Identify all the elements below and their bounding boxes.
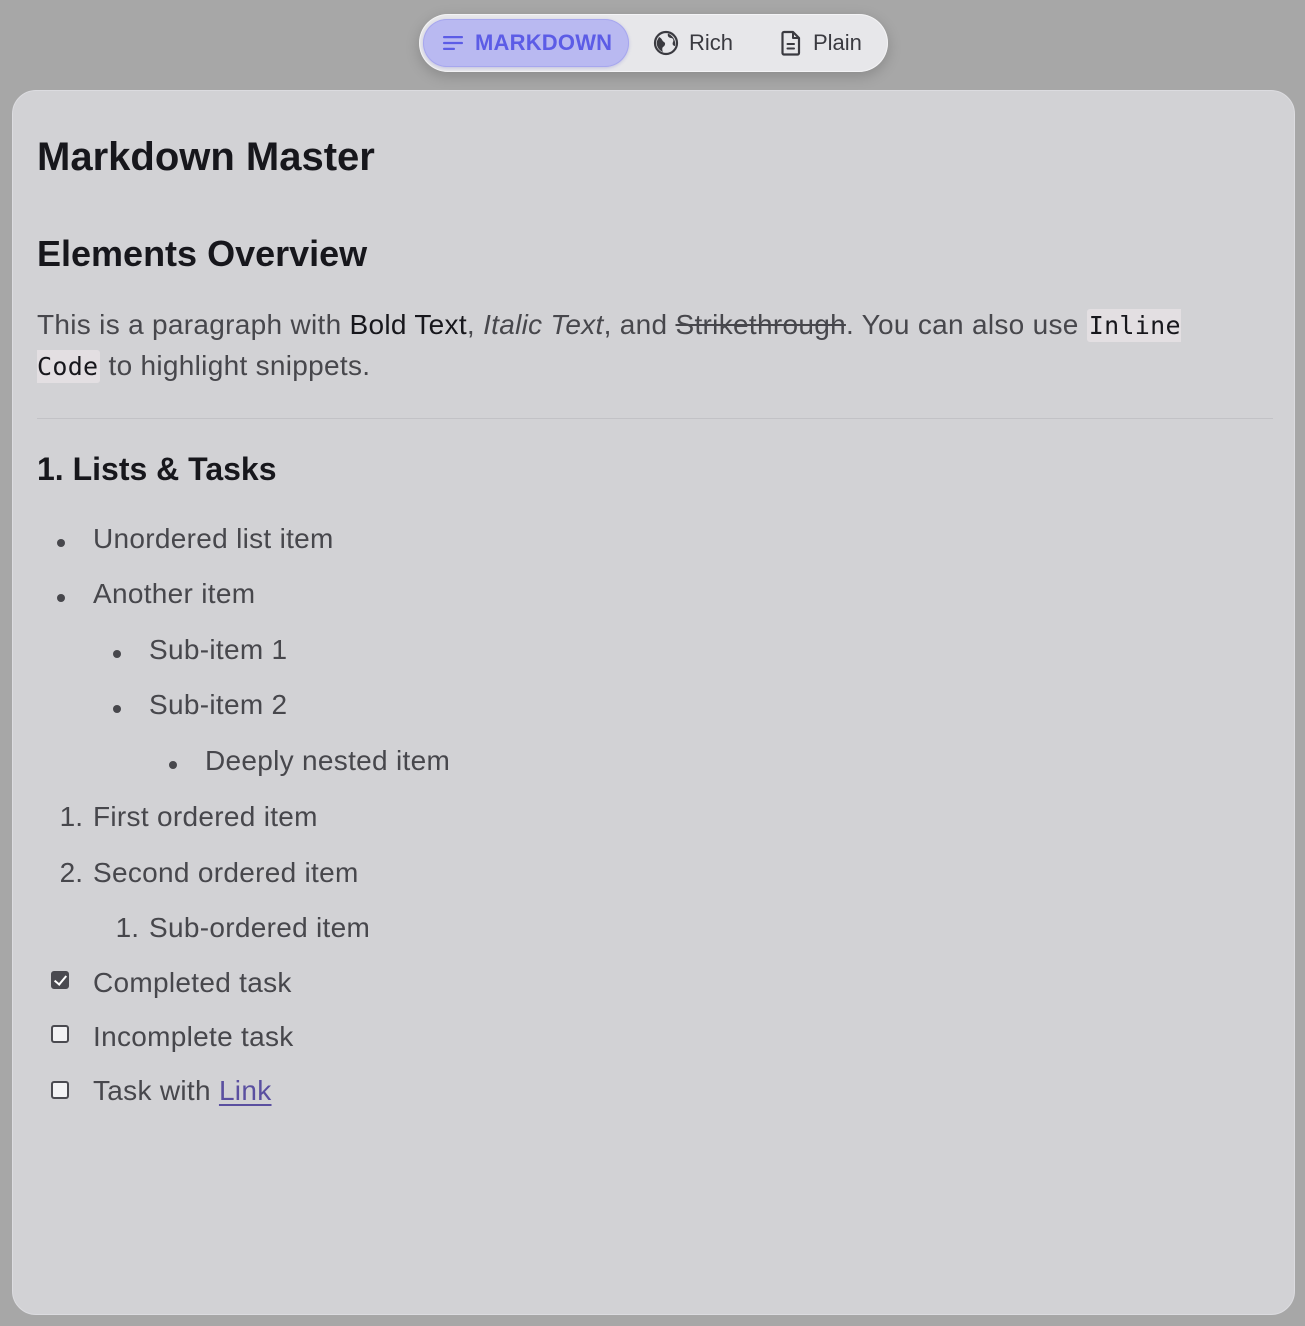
tab-plain-label: Plain (813, 30, 862, 55)
lines-icon (441, 31, 465, 55)
bold-text: Bold Text (349, 309, 467, 340)
list-item: Unordered list item (93, 523, 334, 554)
task-checkbox[interactable] (51, 1025, 69, 1043)
italic-text: Italic Text (483, 309, 604, 340)
paragraph-text: . You can also use (845, 309, 1087, 340)
task-link[interactable]: Link (219, 1075, 272, 1106)
task-item: Completed task (93, 967, 292, 998)
document-title: Markdown Master (37, 135, 375, 179)
list-item: Another item (93, 578, 256, 609)
lists-heading: 1. Lists & Tasks (37, 451, 277, 487)
list-marker: 2. (59, 857, 83, 888)
list-item: Deeply nested item (205, 745, 451, 776)
paragraph-text: , and (603, 309, 676, 340)
tab-plain[interactable]: Plain (779, 19, 862, 67)
task-text: Task with (93, 1075, 219, 1106)
list-item: First ordered item (93, 801, 318, 832)
bullet-icon (113, 705, 121, 713)
document-card[interactable]: Markdown Master Elements Overview This i… (12, 90, 1295, 1315)
app-root: MARKDOWN Rich Plain Markdown Master Elem… (0, 0, 1305, 1326)
list-item: Sub-item 1 (149, 634, 288, 665)
bullet-icon (113, 650, 121, 658)
strikethrough-text: Strikethrough (675, 309, 846, 340)
tab-markdown[interactable]: MARKDOWN (423, 19, 629, 67)
mode-switcher: MARKDOWN Rich Plain (419, 14, 888, 72)
bullet-icon (57, 594, 65, 602)
tab-rich[interactable]: Rich (653, 19, 733, 67)
tab-markdown-label: MARKDOWN (475, 30, 613, 55)
bullet-icon (169, 761, 177, 769)
paragraph-text: This is a paragraph with (37, 309, 350, 340)
paragraph-text: to highlight snippets. (100, 350, 371, 381)
task-item: Incomplete task (93, 1021, 294, 1052)
list-marker: 1. (115, 912, 139, 943)
section-heading: Elements Overview (37, 233, 368, 274)
tab-rich-label: Rich (689, 30, 734, 55)
list-item: Sub-ordered item (149, 912, 371, 943)
bullet-icon (57, 539, 65, 547)
paragraph: This is a paragraph with Bold Text, Ital… (37, 305, 1237, 387)
document-icon (779, 30, 803, 56)
list-item: Second ordered item (93, 857, 359, 888)
task-item: Task with Link (93, 1075, 272, 1107)
list-item: Sub-item 2 (149, 689, 288, 720)
task-checkbox[interactable] (51, 1081, 69, 1099)
globe-icon (653, 30, 679, 56)
horizontal-rule (37, 418, 1273, 419)
task-checkbox-checked[interactable] (51, 971, 69, 989)
paragraph-text: , (466, 309, 484, 340)
list-marker: 1. (59, 801, 83, 832)
